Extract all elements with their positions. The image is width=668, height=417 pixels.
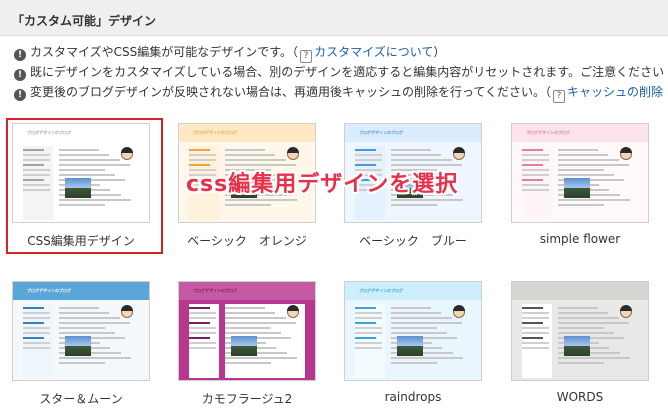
thumbnail-blog-title: ブログデザインのブログ [27,130,71,135]
mountain-photo [231,336,257,356]
design-label[interactable]: WORDS [505,390,655,404]
design-label[interactable]: simple flower [505,232,655,246]
section-title: 「カスタム可能」デザイン [12,14,157,28]
thumbnail-blog-title: ブログデザインのブログ [359,130,403,135]
design-label[interactable]: スター＆ムーン [6,390,156,407]
design-card[interactable]: ブログデザインのブログ raindrops [338,276,488,416]
thumbnail-sidebar [522,304,552,378]
mountain-photo [65,336,91,356]
cache-delete-link[interactable]: キャッシュの削除 [567,85,663,99]
thumbnail-sidebar [189,304,219,378]
note-text: カスタマイズやCSS編集が可能なデザインです。（ [30,45,299,59]
mountain-photo [564,336,590,356]
customize-help-link[interactable]: カスタマイズについて [314,45,433,59]
design-label[interactable]: ベーシック ブルー [338,232,488,249]
design-thumbnail[interactable]: ブログデザインのブログ [344,281,482,381]
avatar-icon [620,147,632,160]
note-text: 既にデザインをカスタマイズしている場合、別のデザインを適応すると編集内容がリセッ… [30,65,665,79]
design-thumbnail[interactable]: ブログデザインのブログ [511,123,649,223]
avatar-icon [620,305,632,318]
avatar-icon [287,147,299,160]
thumbnail-blog-title: ブログデザインのブログ [526,130,570,135]
note-item: ! 変更後のブログデザインが反映されない場合は、再適用後キャッシュの削除を行ってく… [14,84,668,104]
thumbnail-blog-title: ブログデザインのブログ [359,288,403,293]
help-icon[interactable]: ? [300,50,313,63]
avatar-icon [453,147,465,160]
note-close-paren: ） [433,45,446,59]
annotation-text: css編集用デザインを選択 [186,172,459,197]
help-icon[interactable]: ? [553,90,566,103]
thumbnail-blog-title: ブログデザインのブログ [193,288,237,293]
design-label[interactable]: カモフラージュ2 [172,390,322,407]
design-thumbnail[interactable] [511,281,649,381]
notes-list: ! カスタマイズやCSS編集が可能なデザインです。（? カスタマイズについて） ! 既… [14,44,668,104]
design-thumbnail[interactable]: ブログデザインのブログ [12,281,150,381]
section-header: 「カスタム可能」デザイン [0,0,668,36]
avatar-icon [121,305,133,318]
avatar-icon [287,305,299,318]
design-card[interactable]: WORDS [505,276,655,416]
note-item: ! 既にデザインをカスタマイズしている場合、別のデザインを適応すると編集内容がリセ… [14,64,668,84]
design-card[interactable]: ブログデザインのブログスター＆ムーン [6,276,156,416]
thumbnail-header [512,282,648,300]
mountain-photo [65,178,91,198]
thumbnail-sidebar [522,146,552,220]
thumbnail-sidebar [23,304,53,378]
thumbnail-blog-title: ブログデザインのブログ [193,130,237,135]
thumbnail-sidebar [355,304,385,378]
avatar-icon [453,305,465,318]
design-label[interactable]: CSS編集用デザイン [6,232,156,249]
design-thumbnail[interactable]: ブログデザインのブログ [12,123,150,223]
design-card[interactable]: ブログデザインのブログ simple flower [505,118,655,258]
info-icon: ! [14,69,26,81]
design-card[interactable]: ブログデザインのブログカモフラージュ2 [172,276,322,416]
info-icon: ! [14,49,26,61]
info-icon: ! [14,89,26,101]
thumbnail-sidebar [23,146,53,220]
design-thumbnail[interactable]: ブログデザインのブログ [178,281,316,381]
avatar-icon [121,147,133,160]
design-card[interactable]: ブログデザインのブログ CSS編集用デザイン [6,118,163,258]
thumbnail-blog-title: ブログデザインのブログ [27,288,71,293]
note-item: ! カスタマイズやCSS編集が可能なデザインです。（? カスタマイズについて） [14,44,668,64]
design-label[interactable]: raindrops [338,390,488,404]
note-text: 変更後のブログデザインが反映されない場合は、再適用後キャッシュの削除を行ってくだ… [30,85,552,99]
mountain-photo [564,178,590,198]
mountain-photo [397,336,423,356]
design-label[interactable]: ベーシック オレンジ [172,232,322,249]
